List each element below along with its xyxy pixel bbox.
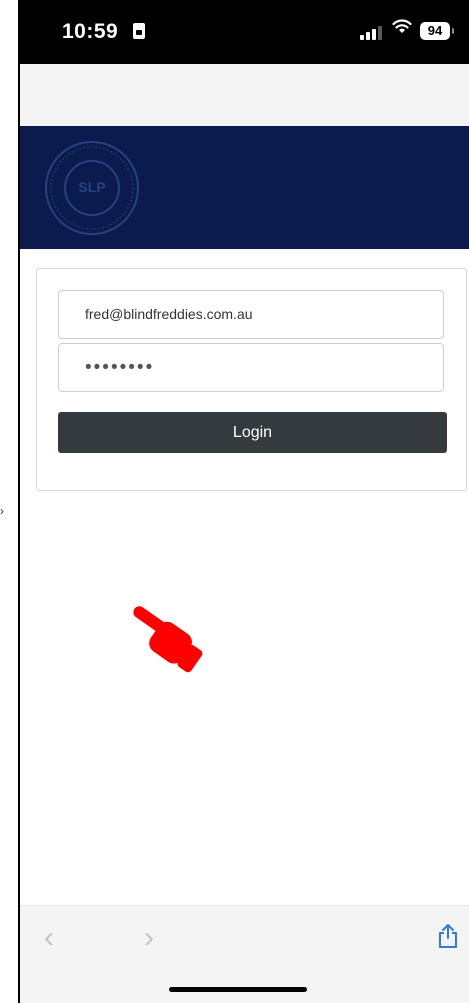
slp-seal-logo: SLP (45, 141, 139, 235)
arrow-marker-icon: › (0, 504, 4, 518)
battery-icon: 94 (420, 22, 454, 40)
phone-screen: 10:59 94 SLP fred@blindfreddies.com.au •… (20, 0, 469, 1003)
forward-icon[interactable]: › (144, 923, 154, 953)
browser-toolbar (20, 64, 469, 126)
home-indicator (169, 987, 307, 992)
wifi-icon (392, 19, 412, 33)
id-card-icon (133, 23, 145, 39)
status-time: 10:59 (62, 20, 119, 43)
logo-text: SLP (78, 179, 105, 195)
left-frame (0, 0, 20, 1003)
cellular-signal-icon (360, 24, 382, 40)
share-icon[interactable] (437, 923, 459, 949)
status-bar: 10:59 94 (20, 0, 469, 64)
login-button[interactable]: Login (58, 412, 447, 453)
password-field[interactable]: •••••••• (58, 343, 444, 392)
back-icon[interactable]: ‹ (44, 923, 54, 953)
pointing-hand-icon (133, 606, 203, 673)
email-field[interactable]: fred@blindfreddies.com.au (58, 290, 444, 339)
